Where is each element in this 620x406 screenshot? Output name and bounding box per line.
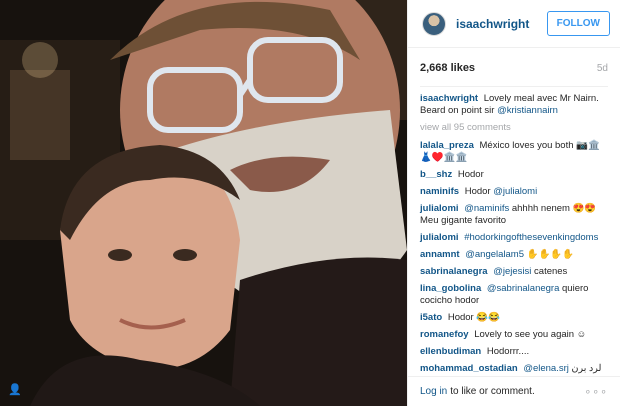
comment-text: Hodor 😂😂	[447, 312, 500, 323]
more-options-icon[interactable]: ∘∘∘	[584, 385, 608, 398]
comment-item: romanefoy Lovely to see you again ☺	[420, 329, 608, 341]
comment-item: b__shz Hodor	[420, 169, 608, 181]
comment-username[interactable]: julialomi	[420, 232, 459, 243]
comment-mention[interactable]: @sabrinalanegra	[487, 283, 560, 294]
comment-text: catenes	[534, 266, 568, 277]
comment-username[interactable]: ellenbudiman	[420, 346, 481, 357]
login-prompt-text: to like or comment.	[450, 386, 535, 397]
comment-text: Hodor	[464, 186, 491, 197]
post-time[interactable]: 5d	[597, 63, 608, 74]
comment-mention[interactable]: @naminifs	[464, 203, 509, 214]
comment-item: sabrinalanegra @jejesisi catenes	[420, 266, 608, 278]
comment-item: naminifs Hodor @julialomi	[420, 186, 608, 198]
comment-username[interactable]: mohammad_ostadian	[420, 363, 518, 374]
comment-username[interactable]: b__shz	[420, 169, 452, 180]
post-footer: Log in to like or comment. ∘∘∘	[408, 376, 620, 406]
instagram-post: 👤 isaachwright FOLLOW 2,668 likes 5d isa…	[0, 0, 620, 406]
comment-text: ✋✋✋✋	[526, 249, 574, 260]
follow-button[interactable]: FOLLOW	[546, 11, 610, 36]
view-all-comments-link[interactable]: view all 95 comments	[420, 122, 608, 134]
caption-mention[interactable]: @kristiannairn	[497, 105, 558, 116]
caption: isaachwright Lovely meal avec Mr Nairn. …	[420, 93, 608, 117]
caption-username[interactable]: isaachwright	[420, 93, 478, 104]
post-photo[interactable]: 👤	[0, 0, 407, 406]
comment-username[interactable]: lina_gobolina	[420, 283, 481, 294]
post-meta: 2,668 likes 5d	[420, 56, 608, 87]
login-link[interactable]: Log in	[420, 386, 447, 397]
comment-item: i5ato Hodor 😂😂	[420, 312, 608, 324]
comment-item: julialomi @naminifs ahhhh nenem 😍😍 Meu g…	[420, 203, 608, 227]
comment-username[interactable]: lalala_preza	[420, 140, 474, 151]
comment-mention[interactable]: #hodorkingofthesevenkingdoms	[464, 232, 598, 243]
comment-username[interactable]: i5ato	[420, 312, 442, 323]
comment-text: Hodorrr....	[486, 346, 530, 357]
comment-username[interactable]: naminifs	[420, 186, 459, 197]
post-sidebar: isaachwright FOLLOW 2,668 likes 5d isaac…	[407, 0, 620, 406]
likes-count[interactable]: 2,668 likes	[420, 62, 475, 74]
comment-item: annamnt @angelalam5 ✋✋✋✋	[420, 249, 608, 261]
avatar[interactable]	[422, 11, 446, 36]
comment-text: لرد برن	[571, 363, 602, 374]
header-username[interactable]: isaachwright	[456, 17, 547, 31]
comment-username[interactable]: romanefoy	[420, 329, 469, 340]
comment-text: Hodor	[457, 169, 484, 180]
comment-mention[interactable]: @jejesisi	[493, 266, 531, 277]
comment-item: julialomi #hodorkingofthesevenkingdoms	[420, 232, 608, 244]
comment-item: lalala_preza México loves you both 📷🏛️👗♥…	[420, 140, 608, 164]
comment-item: ellenbudiman Hodorrr....	[420, 346, 608, 358]
comment-username[interactable]: julialomi	[420, 203, 459, 214]
comment-text: Lovely to see you again ☺	[474, 329, 587, 340]
comment-username[interactable]: annamnt	[420, 249, 460, 260]
comments-list: isaachwright Lovely meal avec Mr Nairn. …	[420, 93, 608, 375]
comment-item: lina_gobolina @sabrinalanegra quiero coc…	[420, 283, 608, 307]
comment-item: mohammad_ostadian @elena.srj لرد برن	[420, 363, 608, 375]
comment-mention[interactable]: @elena.srj	[523, 363, 569, 374]
comment-mention[interactable]: @angelalam5	[465, 249, 524, 260]
person-icon[interactable]: 👤	[8, 384, 22, 396]
photo-illustration	[0, 0, 407, 406]
post-header: isaachwright FOLLOW	[408, 0, 620, 48]
comment-username[interactable]: sabrinalanegra	[420, 266, 488, 277]
comment-mention[interactable]: @julialomi	[493, 186, 537, 197]
